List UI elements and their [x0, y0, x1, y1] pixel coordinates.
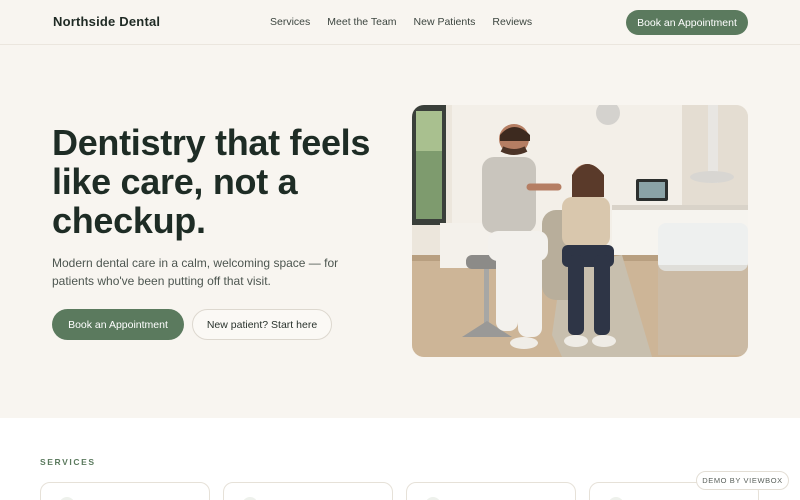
nav-link-services[interactable]: Services — [270, 16, 310, 28]
demo-badge[interactable]: DEMO BY VIEWBOX — [696, 471, 789, 490]
nav-book-appointment-button[interactable]: Book an Appointment — [626, 10, 748, 35]
site-logo[interactable]: Northside Dental — [53, 14, 160, 29]
hero-book-appointment-button[interactable]: Book an Appointment — [52, 309, 184, 340]
service-card[interactable] — [223, 482, 393, 500]
services-section-label: SERVICES — [40, 457, 96, 467]
hero-title: Dentistry that feels like care, not a ch… — [52, 122, 371, 241]
dentist-with-patient-photo — [412, 105, 748, 357]
top-navigation: Northside Dental Services Meet the Team … — [0, 0, 800, 45]
nav-link-reviews[interactable]: Reviews — [492, 16, 532, 28]
hero-subtitle: Modern dental care in a calm, welcoming … — [52, 256, 339, 288]
nav-link-meet-the-team[interactable]: Meet the Team — [327, 16, 396, 28]
new-patient-start-button[interactable]: New patient? Start here — [192, 309, 332, 340]
service-card[interactable] — [406, 482, 576, 500]
services-section: SERVICES — [0, 418, 800, 500]
nav-links: Services Meet the Team New Patients Revi… — [270, 16, 532, 28]
service-card[interactable] — [40, 482, 210, 500]
clinic-illustration — [412, 105, 748, 357]
nav-link-new-patients[interactable]: New Patients — [414, 16, 476, 28]
